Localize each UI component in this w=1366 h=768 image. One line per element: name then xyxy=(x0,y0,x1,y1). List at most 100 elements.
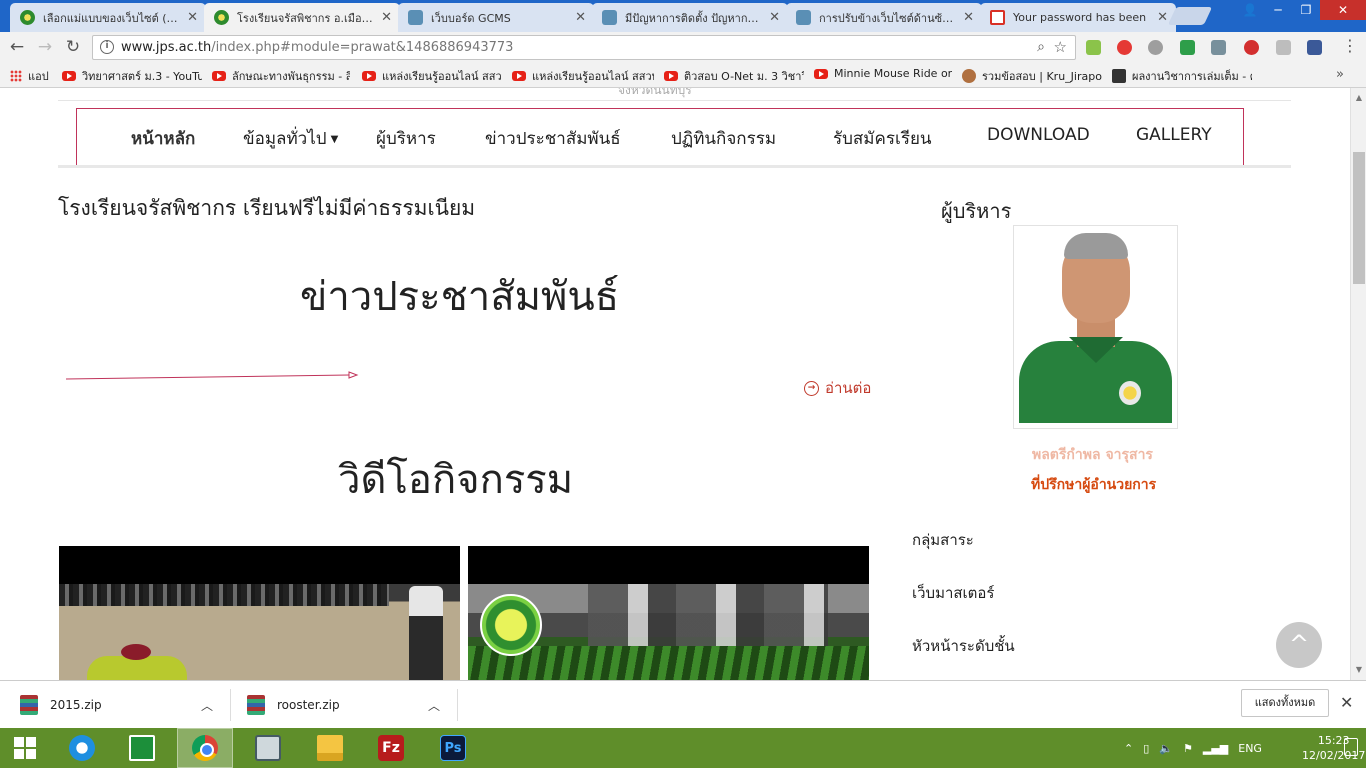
tab-strip: เลือกแม่แบบของเว็บไซต์ (Adm ✕ โรงเรียนจร… xyxy=(0,0,1366,32)
more-bookmarks-icon[interactable]: » xyxy=(1336,67,1344,82)
close-tab-icon[interactable]: ✕ xyxy=(575,10,586,25)
main-nav: หน้าหลัก ข้อมูลทั่วไป ▼ ผู้บริหาร ข่าวประ… xyxy=(76,108,1244,166)
page-viewport: จังหวัดนนทบุรี หน้าหลัก ข้อมูลทั่วไป ▼ ผู… xyxy=(0,88,1350,680)
video-thumbnail[interactable] xyxy=(468,546,869,680)
forward-icon[interactable]: → xyxy=(34,36,56,58)
close-tab-icon[interactable]: ✕ xyxy=(963,10,974,25)
nav-gallery[interactable]: GALLERY xyxy=(1136,125,1212,145)
bookmark-item[interactable]: แอป xyxy=(10,67,54,85)
facebook-icon[interactable] xyxy=(1307,40,1322,55)
restore-icon[interactable]: ❐ xyxy=(1292,0,1320,20)
signal-icon[interactable]: ▂▄▆ xyxy=(1203,742,1228,755)
bookmark-item[interactable]: รวมข้อสอบ | Kru_Jirapo xyxy=(962,67,1102,85)
tray-device-icon[interactable]: ▯ xyxy=(1143,742,1149,755)
tab-title: เลือกแม่แบบของเว็บไซต์ (Adm xyxy=(43,11,182,25)
scrollbar-thumb[interactable] xyxy=(1353,152,1365,284)
chevron-up-icon: ^ xyxy=(1288,630,1310,658)
nav-download[interactable]: DOWNLOAD xyxy=(987,125,1090,145)
apps-icon xyxy=(10,70,22,82)
scroll-to-top-button[interactable]: ^ xyxy=(1276,622,1322,668)
browser-tab-active[interactable]: โรงเรียนจรัสพิชากร อ.เมือง ส ✕ xyxy=(204,3,400,32)
sidebar-link-grade-heads[interactable]: หัวหน้าระดับชั้น xyxy=(912,634,1015,658)
browser-tab[interactable]: เลือกแม่แบบของเว็บไซต์ (Adm ✕ xyxy=(10,3,206,32)
info-icon[interactable]: i xyxy=(100,40,114,54)
video-person xyxy=(409,586,443,680)
browser-menu-icon[interactable]: ⋮ xyxy=(1342,36,1358,55)
browser-tab[interactable]: มีปัญหาการติดตั้ง ปัญหาการติ ✕ xyxy=(592,3,788,32)
taskbar-chrome[interactable] xyxy=(177,728,233,768)
taskbar-filezilla[interactable]: Fz xyxy=(363,728,419,768)
nav-news[interactable]: ข่าวประชาสัมพันธ์ xyxy=(485,125,621,152)
nav-admission[interactable]: รับสมัครเรียน xyxy=(833,125,932,152)
user-icon[interactable]: 👤 xyxy=(1236,0,1264,20)
back-icon[interactable]: ← xyxy=(6,36,28,58)
scroll-up-icon[interactable]: ▲ xyxy=(1351,90,1366,106)
block-extension-icon[interactable] xyxy=(1244,40,1259,55)
taskbar-network-tool[interactable] xyxy=(240,728,296,768)
download-shelf: 2015.zip ︿ rooster.zip ︿ แสดงทั้งหมด ✕ xyxy=(0,680,1366,728)
chevron-up-icon[interactable]: ︿ xyxy=(428,697,440,714)
elephant-icon xyxy=(408,10,423,25)
start-button[interactable] xyxy=(0,728,50,768)
taskbar-photoshop[interactable]: Ps xyxy=(425,728,481,768)
browser-tab[interactable]: เว็บบอร์ด GCMS ✕ xyxy=(398,3,594,32)
bookmark-item[interactable]: แหล่งเรียนรู้ออนไลน์ สสวท xyxy=(362,67,502,85)
executive-photo[interactable] xyxy=(1013,225,1178,429)
chevron-up-icon[interactable]: ︿ xyxy=(201,697,213,714)
new-tab-button[interactable] xyxy=(1167,7,1213,25)
page-extension-icon[interactable] xyxy=(1276,40,1291,55)
close-tab-icon[interactable]: ✕ xyxy=(1157,10,1168,25)
emblem-icon xyxy=(1119,381,1141,405)
close-window-icon[interactable]: ✕ xyxy=(1320,0,1366,20)
sidebar-link-subject-groups[interactable]: กลุ่มสาระ xyxy=(912,528,974,552)
address-bar[interactable]: i www.jps.ac.th/index.php#module=prawat&… xyxy=(92,35,1076,60)
read-more-link[interactable]: → อ่านต่อ xyxy=(804,376,871,400)
notification-icon[interactable] xyxy=(1344,738,1358,756)
nav-home[interactable]: หน้าหลัก xyxy=(131,125,195,152)
minimize-icon[interactable]: ─ xyxy=(1264,0,1292,20)
bookmark-item[interactable]: ผลงานวิชาการเล่มเต็ม - ค xyxy=(1112,67,1252,85)
opera-extension-icon[interactable] xyxy=(1117,40,1132,55)
close-icon[interactable]: ✕ xyxy=(1340,693,1353,712)
show-all-downloads-button[interactable]: แสดงทั้งหมด xyxy=(1241,689,1329,717)
nav-executives[interactable]: ผู้บริหาร xyxy=(376,125,436,152)
page-scrollbar[interactable]: ▲ ▼ xyxy=(1350,88,1366,680)
bookmark-item[interactable]: Minnie Mouse Ride on xyxy=(814,67,952,80)
download-item[interactable]: 2015.zip ︿ xyxy=(20,687,220,723)
vpn-extension-icon[interactable] xyxy=(1148,40,1163,55)
taskbar-ie[interactable] xyxy=(54,728,110,768)
bookmark-item[interactable]: แหล่งเรียนรู้ออนไลน์ สสวท xyxy=(512,67,654,85)
security-extension-icon[interactable] xyxy=(1180,40,1195,55)
close-tab-icon[interactable]: ✕ xyxy=(769,10,780,25)
bookmark-item[interactable]: วิทยาศาสตร์ ม.3 - YouTu xyxy=(62,67,202,85)
flag-icon[interactable]: ⚑ xyxy=(1183,742,1193,755)
download-item[interactable]: rooster.zip ︿ xyxy=(247,687,447,723)
bookmark-item[interactable]: ลักษณะทางพันธุกรรม - สิ xyxy=(212,67,350,85)
divider xyxy=(58,100,1291,101)
screenshot-extension-icon[interactable] xyxy=(1211,40,1226,55)
bookmark-star-icon[interactable]: ☆ xyxy=(1054,36,1067,59)
browser-tab[interactable]: Your password has been ✕ xyxy=(980,3,1176,32)
video-thumbnail[interactable] xyxy=(59,546,460,680)
close-tab-icon[interactable]: ✕ xyxy=(187,10,198,25)
volume-icon[interactable]: 🔈 xyxy=(1159,742,1173,755)
shield-extension-icon[interactable] xyxy=(1086,40,1101,55)
taskbar-explorer[interactable] xyxy=(302,728,358,768)
scroll-down-icon[interactable]: ▼ xyxy=(1351,662,1366,678)
taskbar-store[interactable] xyxy=(114,728,170,768)
bookmark-item[interactable]: ติวสอบ O-Net ม. 3 วิชาวิ xyxy=(664,67,804,85)
language-indicator[interactable]: ENG xyxy=(1238,742,1262,755)
reload-icon[interactable]: ↻ xyxy=(62,36,84,58)
sidebar-link-webmaster[interactable]: เว็บมาสเตอร์ xyxy=(912,581,994,605)
browser-tab[interactable]: การปรับข้างเว็บไซต์ด้านซ้ายมื ✕ xyxy=(786,3,982,32)
nav-calendar[interactable]: ปฏิทินกิจกรรม xyxy=(671,125,776,152)
youtube-icon xyxy=(362,71,376,81)
nav-general-info[interactable]: ข้อมูลทั่วไป ▼ xyxy=(243,125,338,152)
zoom-icon[interactable]: ⌕ xyxy=(1037,36,1045,59)
school-location-text: จังหวัดนนทบุรี xyxy=(618,88,692,97)
youtube-icon xyxy=(814,68,828,79)
close-tab-icon[interactable]: ✕ xyxy=(381,10,392,25)
arrow-right-circle-icon: → xyxy=(804,380,819,396)
tray-chevron-icon[interactable]: ⌃ xyxy=(1124,742,1133,755)
folder-icon xyxy=(317,735,343,761)
